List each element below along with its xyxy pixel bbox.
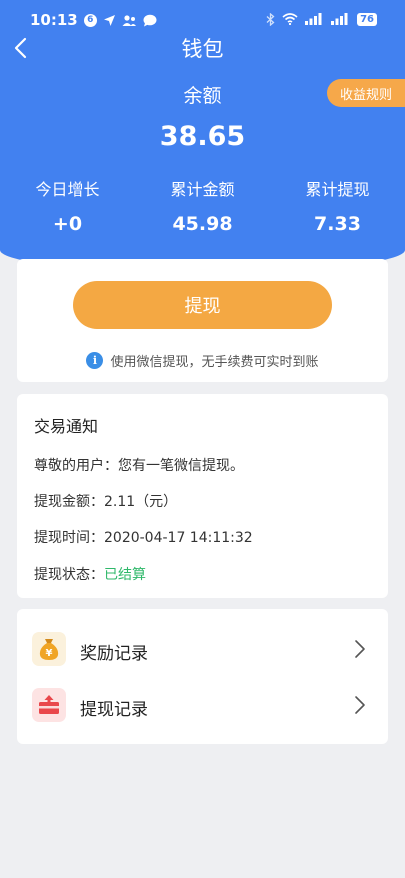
notice-status-value: 已结算 <box>104 567 146 583</box>
wifi-icon <box>282 12 298 26</box>
stat-value: 45.98 <box>172 213 233 235</box>
info-icon: i <box>86 352 104 369</box>
nav-bar: 钱包 <box>0 30 405 64</box>
balance-value: 38.65 <box>159 121 246 152</box>
chevron-right-icon <box>355 696 365 714</box>
reward-records-item[interactable]: ¥ 奖励记录 <box>17 621 388 677</box>
stat-label: 累计提现 <box>305 180 370 199</box>
stat-value: 7.33 <box>314 213 361 235</box>
contacts-icon <box>122 13 137 27</box>
wallet-stats: 今日增长 +0 累计金额 45.98 累计提现 7.33 <box>0 176 405 235</box>
withdraw-card: 提现 i 使用微信提现，无手续费可实时到账 <box>17 259 388 382</box>
signal-strength-icon <box>305 12 324 26</box>
chat-bubble-icon <box>143 13 157 27</box>
signal-strength-icon <box>331 12 350 26</box>
stat-total-withdrawn: 累计提现 7.33 <box>270 176 405 235</box>
svg-text:¥: ¥ <box>46 648 53 659</box>
status-time: 10:13 <box>30 11 78 29</box>
money-bag-icon: ¥ <box>32 632 66 666</box>
record-label: 提现记录 <box>80 700 148 720</box>
status-bar-right: 76 <box>266 12 377 26</box>
records-card: ¥ 奖励记录 提现记录 <box>17 609 388 744</box>
transaction-notice-card: 交易通知 尊敬的用户：您有一笔微信提现。 提现金额：2.11（元） 提现时间：2… <box>17 394 388 598</box>
battery-indicator: 76 <box>357 12 377 26</box>
notice-title: 交易通知 <box>34 417 99 436</box>
withdraw-records-item[interactable]: 提现记录 <box>17 677 388 733</box>
notice-time: 提现时间：2020-04-17 14:11:32 <box>34 530 253 546</box>
chevron-right-icon <box>355 640 365 658</box>
bluetooth-icon <box>266 12 275 26</box>
withdraw-button[interactable]: 提现 <box>73 281 332 329</box>
stat-today-growth: 今日增长 +0 <box>0 176 135 235</box>
stat-label: 累计金额 <box>170 180 235 199</box>
status-bar-left: 10:13 6 <box>30 11 157 29</box>
notice-amount: 提现金额：2.11（元） <box>34 494 178 510</box>
withdraw-tip: i 使用微信提现，无手续费可实时到账 <box>17 351 388 370</box>
gift-box-icon <box>32 688 66 722</box>
stat-label: 今日增长 <box>35 180 100 199</box>
notice-greeting: 尊敬的用户：您有一笔微信提现。 <box>34 458 244 474</box>
record-label: 奖励记录 <box>80 644 148 664</box>
page-title: 钱包 <box>181 37 224 61</box>
location-arrow-icon <box>103 13 116 27</box>
notice-status: 提现状态：已结算 <box>34 564 146 584</box>
notice-status-label: 提现状态： <box>34 567 104 583</box>
withdraw-tip-text: 使用微信提现，无手续费可实时到账 <box>110 355 319 370</box>
balance-label: 余额 <box>183 85 222 107</box>
stat-value: +0 <box>52 213 83 235</box>
stat-total-amount: 累计金额 45.98 <box>135 176 270 235</box>
notification-count-badge: 6 <box>83 13 97 27</box>
